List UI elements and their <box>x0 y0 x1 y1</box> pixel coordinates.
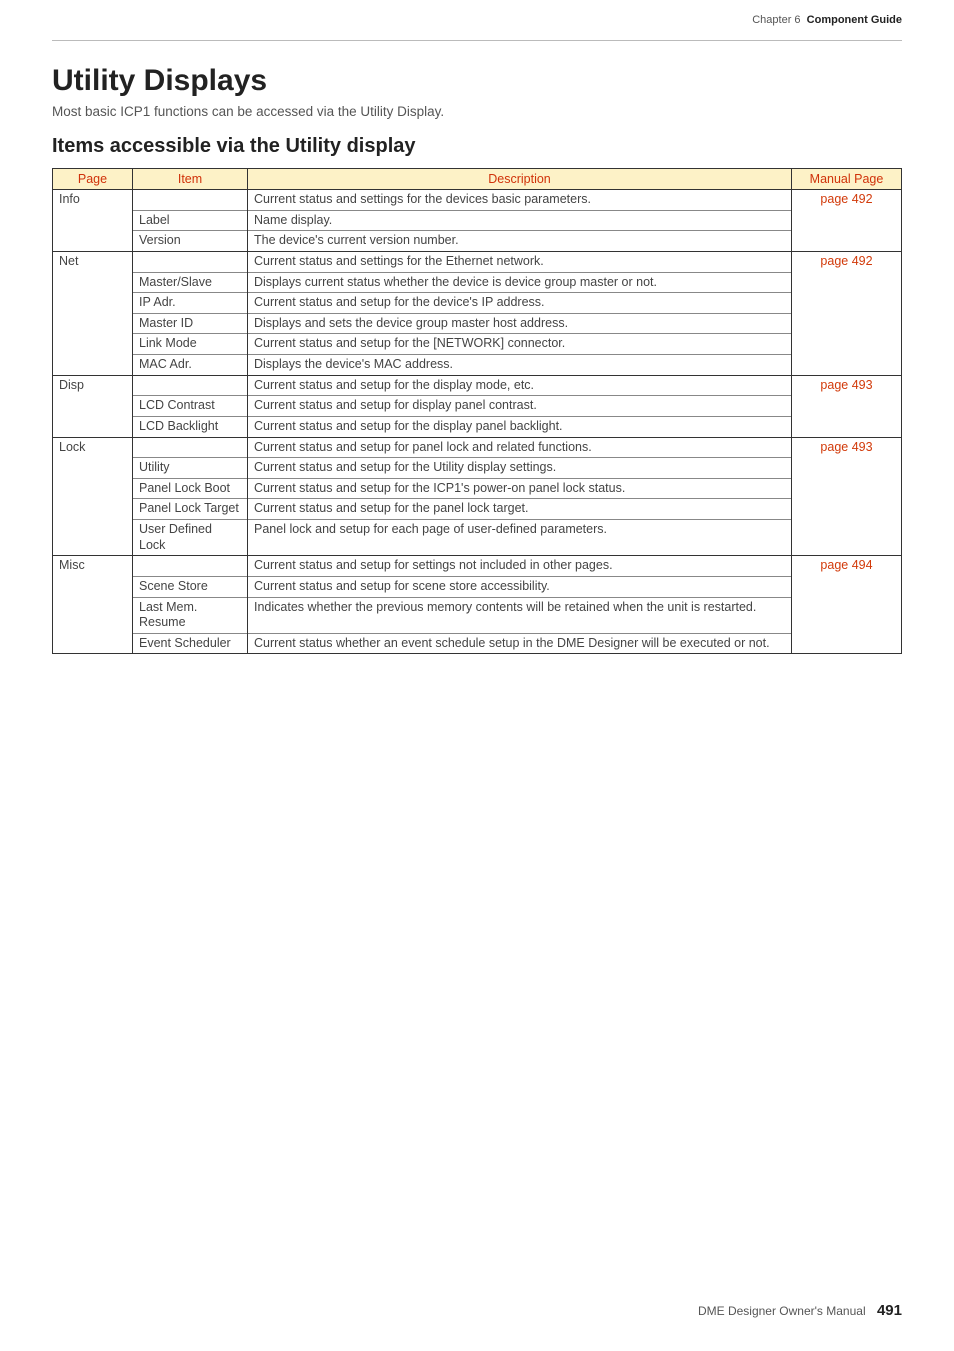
cell-item: Last Mem. Resume <box>133 597 248 633</box>
cell-manual: page 493 <box>792 437 902 556</box>
manual-page-link[interactable]: page 492 <box>820 192 872 206</box>
th-desc: Description <box>248 169 792 190</box>
table-row: Utility Current status and setup for the… <box>53 458 902 479</box>
table-row: Scene Store Current status and setup for… <box>53 576 902 597</box>
cell-item <box>133 437 248 458</box>
cell-item: MAC Adr. <box>133 355 248 376</box>
cell-page: Misc <box>53 556 133 654</box>
cell-desc: Indicates whether the previous memory co… <box>248 597 792 633</box>
table-row: Disp Current status and setup for the di… <box>53 375 902 396</box>
page-title: Utility Displays <box>52 64 902 98</box>
cell-item: LCD Backlight <box>133 416 248 437</box>
table-row: User Defined Lock Panel lock and setup f… <box>53 520 902 556</box>
header-rule <box>52 40 902 42</box>
cell-item: Panel Lock Boot <box>133 478 248 499</box>
breadcrumb: Chapter 6 Component Guide <box>52 14 902 26</box>
cell-desc: Current status and setup for the device'… <box>248 293 792 314</box>
cell-item: Version <box>133 231 248 252</box>
cell-item: Event Scheduler <box>133 633 248 654</box>
cell-page: Net <box>53 251 133 375</box>
table-header-row: Page Item Description Manual Page <box>53 169 902 190</box>
cell-item <box>133 375 248 396</box>
cell-desc: Current status and settings for the devi… <box>248 190 792 211</box>
cell-page: Info <box>53 190 133 252</box>
table-row: LCD Contrast Current status and setup fo… <box>53 396 902 417</box>
cell-manual: page 493 <box>792 375 902 437</box>
cell-desc: Current status and setup for the display… <box>248 375 792 396</box>
table-row: Event Scheduler Current status whether a… <box>53 633 902 654</box>
cell-item: Master/Slave <box>133 272 248 293</box>
cell-item: Link Mode <box>133 334 248 355</box>
footer-page-number: 491 <box>877 1302 902 1319</box>
th-item: Item <box>133 169 248 190</box>
cell-desc: Current status and setup for the panel l… <box>248 499 792 520</box>
cell-item <box>133 556 248 577</box>
cell-desc: Current status and setup for the ICP1's … <box>248 478 792 499</box>
cell-page: Disp <box>53 375 133 437</box>
cell-desc: Current status and setup for the display… <box>248 416 792 437</box>
manual-page-link[interactable]: page 493 <box>820 440 872 454</box>
table-row: LCD Backlight Current status and setup f… <box>53 416 902 437</box>
cell-desc: Displays current status whether the devi… <box>248 272 792 293</box>
cell-desc: Current status and setup for panel lock … <box>248 437 792 458</box>
table-row: Label Name display. <box>53 210 902 231</box>
cell-item: Master ID <box>133 313 248 334</box>
manual-page-link[interactable]: page 494 <box>820 558 872 572</box>
section-heading: Items accessible via the Utility display <box>52 135 902 158</box>
cell-item: Scene Store <box>133 576 248 597</box>
cell-manual: page 492 <box>792 190 902 252</box>
table-row: Link Mode Current status and setup for t… <box>53 334 902 355</box>
manual-page-link[interactable]: page 492 <box>820 254 872 268</box>
cell-item: Utility <box>133 458 248 479</box>
cell-desc: Panel lock and setup for each page of us… <box>248 520 792 556</box>
cell-item: Panel Lock Target <box>133 499 248 520</box>
cell-desc: Current status and settings for the Ethe… <box>248 251 792 272</box>
cell-desc: The device's current version number. <box>248 231 792 252</box>
table-row: Panel Lock Boot Current status and setup… <box>53 478 902 499</box>
table-row: Net Current status and settings for the … <box>53 251 902 272</box>
cell-desc: Current status and setup for the Utility… <box>248 458 792 479</box>
cell-item <box>133 190 248 211</box>
breadcrumb-section: Component Guide <box>807 14 902 26</box>
table-row: Last Mem. Resume Indicates whether the p… <box>53 597 902 633</box>
table-row: Misc Current status and setup for settin… <box>53 556 902 577</box>
cell-item <box>133 251 248 272</box>
table-row: MAC Adr. Displays the device's MAC addre… <box>53 355 902 376</box>
table-row: Master/Slave Displays current status whe… <box>53 272 902 293</box>
footer-text: DME Designer Owner's Manual <box>698 1304 866 1318</box>
table-row: Master ID Displays and sets the device g… <box>53 313 902 334</box>
cell-desc: Current status whether an event schedule… <box>248 633 792 654</box>
cell-desc: Name display. <box>248 210 792 231</box>
cell-desc: Current status and setup for settings no… <box>248 556 792 577</box>
utility-table: Page Item Description Manual Page Info C… <box>52 168 902 654</box>
cell-desc: Displays and sets the device group maste… <box>248 313 792 334</box>
table-row: IP Adr. Current status and setup for the… <box>53 293 902 314</box>
cell-item: LCD Contrast <box>133 396 248 417</box>
cell-desc: Displays the device's MAC address. <box>248 355 792 376</box>
cell-desc: Current status and setup for the [NETWOR… <box>248 334 792 355</box>
page-footer: DME Designer Owner's Manual 491 <box>698 1302 902 1319</box>
intro-text: Most basic ICP1 functions can be accesse… <box>52 104 902 119</box>
table-row: Info Current status and settings for the… <box>53 190 902 211</box>
cell-manual: page 494 <box>792 556 902 654</box>
cell-item: User Defined Lock <box>133 520 248 556</box>
table-row: Version The device's current version num… <box>53 231 902 252</box>
cell-item: Label <box>133 210 248 231</box>
cell-desc: Current status and setup for scene store… <box>248 576 792 597</box>
cell-item: IP Adr. <box>133 293 248 314</box>
cell-manual: page 492 <box>792 251 902 375</box>
table-row: Lock Current status and setup for panel … <box>53 437 902 458</box>
cell-page: Lock <box>53 437 133 556</box>
breadcrumb-chapter: Chapter 6 <box>752 14 800 26</box>
cell-desc: Current status and setup for display pan… <box>248 396 792 417</box>
th-manual: Manual Page <box>792 169 902 190</box>
table-row: Panel Lock Target Current status and set… <box>53 499 902 520</box>
manual-page-link[interactable]: page 493 <box>820 378 872 392</box>
th-page: Page <box>53 169 133 190</box>
